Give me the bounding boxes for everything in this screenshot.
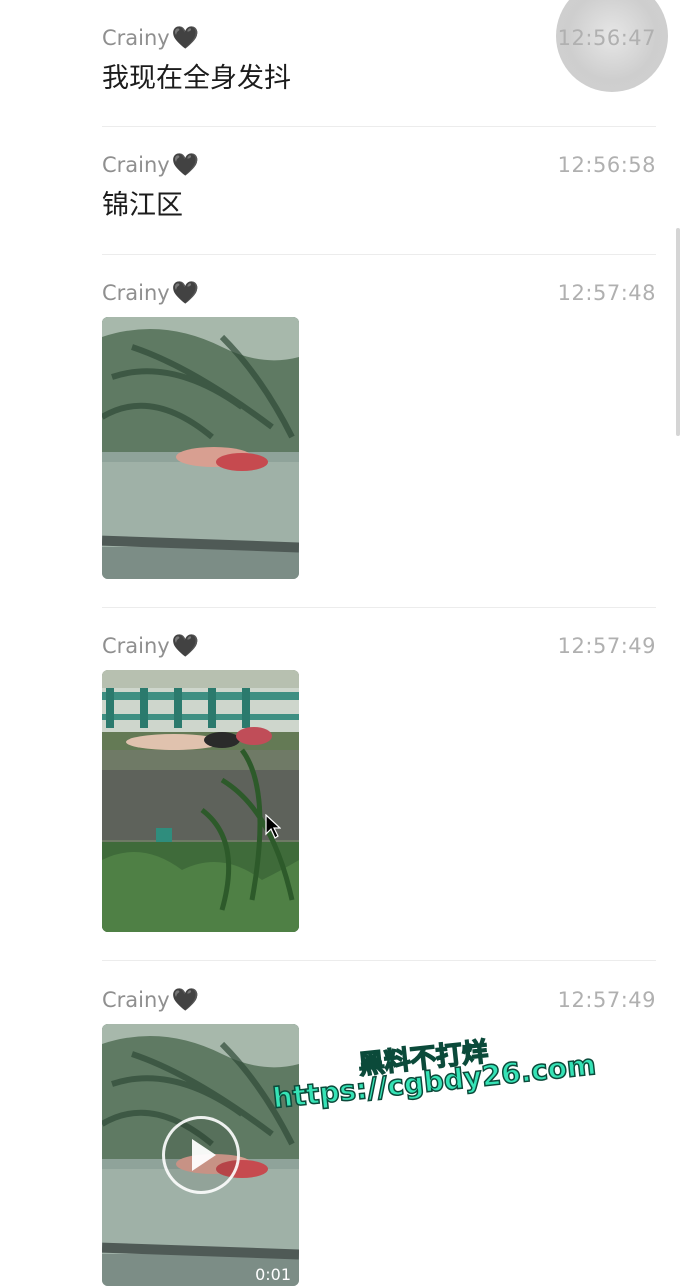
message-time: 12:57:48: [557, 281, 656, 305]
message-text[interactable]: 我现在全身发抖: [102, 62, 291, 96]
black-heart-icon: 🖤: [171, 988, 200, 1013]
video-thumbnail[interactable]: 0:01: [102, 1024, 299, 1286]
message-item[interactable]: Crainy🖤 12:57:49 0:01: [102, 986, 656, 1286]
divider: [102, 126, 656, 127]
video-duration: 0:01: [255, 1265, 291, 1284]
sender-name: Crainy🖤: [102, 986, 199, 1015]
message-item[interactable]: Crainy🖤 12:57:49: [102, 632, 656, 948]
mouse-pointer-icon: [265, 814, 281, 839]
sender-name: Crainy🖤: [102, 632, 199, 661]
black-heart-icon: 🖤: [171, 634, 200, 659]
sender-name: Crainy🖤: [102, 279, 199, 308]
black-heart-icon: 🖤: [171, 26, 200, 51]
message-time: 12:56:47: [557, 26, 656, 50]
sender-label: Crainy: [102, 153, 170, 177]
photo-thumbnail[interactable]: [102, 670, 299, 932]
sender-label: Crainy: [102, 281, 170, 305]
black-heart-icon: 🖤: [171, 281, 200, 306]
black-heart-icon: 🖤: [171, 153, 200, 178]
chat-history: Crainy🖤 12:56:47 我现在全身发抖 Crainy🖤 12:56:5…: [0, 0, 692, 1286]
divider: [102, 254, 656, 255]
message-time: 12:57:49: [557, 988, 656, 1012]
divider: [102, 607, 656, 608]
message-time: 12:57:49: [557, 634, 656, 658]
scrollbar[interactable]: [676, 228, 680, 436]
message-item[interactable]: Crainy🖤 12:57:48: [102, 279, 656, 595]
play-button[interactable]: [162, 1116, 240, 1194]
divider: [102, 960, 656, 961]
message-time: 12:56:58: [557, 153, 656, 177]
message-item[interactable]: Crainy🖤 12:56:58 锦江区: [102, 151, 656, 231]
sender-name: Crainy🖤: [102, 24, 199, 53]
message-text[interactable]: 锦江区: [102, 189, 183, 223]
photo-thumbnail[interactable]: [102, 317, 299, 579]
sender-label: Crainy: [102, 634, 170, 658]
sender-name: Crainy🖤: [102, 151, 199, 180]
sender-label: Crainy: [102, 26, 170, 50]
play-icon: [192, 1139, 216, 1171]
sender-label: Crainy: [102, 988, 170, 1012]
message-item[interactable]: Crainy🖤 12:56:47 我现在全身发抖: [102, 24, 656, 104]
